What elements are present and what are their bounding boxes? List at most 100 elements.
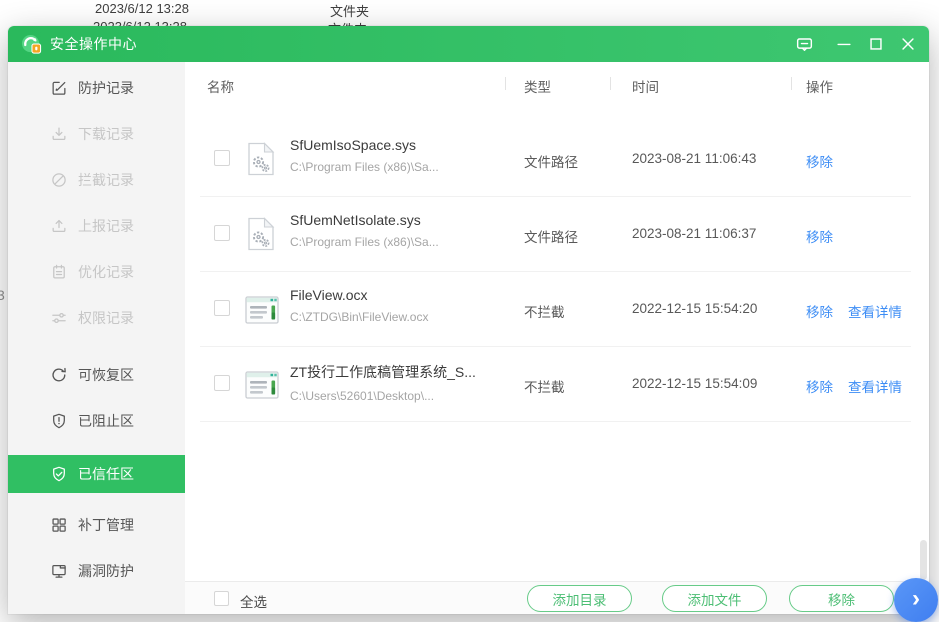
close-icon[interactable] (897, 34, 918, 55)
column-divider (610, 77, 611, 90)
download-icon (50, 125, 68, 143)
add-directory-button[interactable]: 添加目录 (527, 585, 632, 612)
file-path: C:\Users\52601\Desktop\... (290, 389, 476, 403)
sidebar-item-label: 拦截记录 (78, 170, 134, 190)
remove-link[interactable]: 移除 (806, 151, 833, 171)
row-checkbox[interactable] (214, 150, 230, 166)
table-body: SfUemIsoSpace.sys C:\Program Files (x86)… (185, 105, 929, 422)
file-name: SfUemIsoSpace.sys (290, 137, 439, 153)
sidebar-item-protection-records[interactable]: 防护记录 (8, 65, 185, 111)
titlebar[interactable]: 安全操作中心 (8, 26, 929, 62)
sidebar-item-permission-records[interactable]: 权限记录 (8, 295, 185, 341)
sidebar-item-report-records[interactable]: 上报记录 (8, 203, 185, 249)
footer-bar: 全选 添加目录 添加文件 移除 (185, 581, 929, 614)
view-details-link[interactable]: 查看详情 (848, 376, 902, 396)
file-path: C:\ZTDG\Bin\FileView.ocx (290, 310, 428, 324)
edit-record-icon (50, 79, 68, 97)
sliders-icon (50, 309, 68, 327)
scrollbar-thumb[interactable] (920, 540, 927, 580)
row-time: 2023-08-21 11:06:43 (632, 151, 756, 166)
shield-check-icon (50, 465, 68, 483)
select-all-checkbox[interactable] (214, 591, 229, 606)
row-checkbox[interactable] (214, 225, 230, 241)
file-name: FileView.ocx (290, 287, 428, 303)
sidebar-item-label: 防护记录 (78, 78, 134, 98)
window-controls (783, 34, 929, 55)
file-name: SfUemNetIsolate.sys (290, 212, 439, 228)
row-type: 文件路径 (524, 151, 578, 171)
sidebar-item-recoverable-zone[interactable]: 可恢复区 (8, 352, 185, 398)
sidebar-item-label: 漏洞防护 (78, 561, 134, 581)
sidebar-item-label: 可恢复区 (78, 365, 134, 385)
file-path: C:\Program Files (x86)\Sa... (290, 160, 439, 174)
sidebar-item-label: 上报记录 (78, 216, 134, 236)
file-path: C:\Program Files (x86)\Sa... (290, 235, 439, 249)
remove-link[interactable]: 移除 (806, 301, 833, 321)
maximize-icon[interactable] (865, 34, 886, 55)
table-header: 名称 类型 时间 操作 (185, 62, 929, 105)
screen: 2023/6/12 13:28 文件夹 2023/6/12 13:28 文件夹 … (0, 0, 939, 614)
row-type: 文件路径 (524, 226, 578, 246)
security-center-window: 安全操作中心 (8, 26, 929, 614)
row-actions: 移除 (806, 226, 833, 246)
table-row[interactable]: SfUemNetIsolate.sys C:\Program Files (x8… (185, 197, 929, 272)
row-time: 2023-08-21 11:06:37 (632, 226, 756, 241)
add-file-button[interactable]: 添加文件 (662, 585, 767, 612)
column-divider (791, 77, 792, 90)
row-actions: 移除 (806, 151, 833, 171)
window-title: 安全操作中心 (50, 34, 137, 54)
remove-link[interactable]: 移除 (806, 376, 833, 396)
sidebar-item-optimize-records[interactable]: 优化记录 (8, 249, 185, 295)
row-time: 2022-12-15 15:54:09 (632, 376, 757, 391)
row-checkbox[interactable] (214, 300, 230, 316)
chevron-right-icon: › (912, 585, 920, 613)
app-logo-icon (21, 34, 42, 55)
grid-icon (50, 516, 68, 534)
sidebar-item-vulnerability-protection[interactable]: 漏洞防护 (8, 548, 185, 594)
table-row[interactable]: FileView.ocx C:\ZTDG\Bin\FileView.ocx 不拦… (185, 272, 929, 347)
row-type: 不拦截 (524, 301, 565, 321)
remove-link[interactable]: 移除 (806, 226, 833, 246)
row-actions: 移除 查看详情 (806, 376, 902, 396)
minimize-icon[interactable] (833, 34, 854, 55)
sidebar-item-label: 补丁管理 (78, 515, 134, 535)
sidebar-item-patch-management[interactable]: 补丁管理 (8, 502, 185, 548)
view-details-link[interactable]: 查看详情 (848, 301, 902, 321)
column-header-type: 类型 (524, 76, 551, 96)
remove-button[interactable]: 移除 (789, 585, 894, 612)
next-step-fab[interactable]: › (894, 578, 938, 622)
clipboard-icon (50, 263, 68, 281)
sidebar-item-blocked-zone[interactable]: 已阻止区 (8, 398, 185, 444)
ocx-file-icon (245, 371, 279, 399)
monitor-icon (50, 562, 68, 580)
row-time: 2022-12-15 15:54:20 (632, 301, 757, 316)
sidebar-item-label: 下载记录 (78, 124, 134, 144)
block-icon (50, 171, 68, 189)
row-actions: 移除 查看详情 (806, 301, 902, 321)
sidebar-item-trusted-zone[interactable]: 已信任区 (8, 455, 185, 493)
bg-modified-date: 2023/6/12 13:28 (95, 1, 189, 16)
sidebar: 防护记录 下载记录 (8, 62, 185, 614)
sidebar-item-download-records[interactable]: 下载记录 (8, 111, 185, 157)
row-checkbox[interactable] (214, 375, 230, 391)
table-row[interactable]: SfUemIsoSpace.sys C:\Program Files (x86)… (185, 122, 929, 197)
sidebar-group-divider (8, 341, 185, 352)
select-all-label: 全选 (240, 591, 267, 611)
ocx-file-icon (245, 296, 279, 324)
shield-alert-icon (50, 412, 68, 430)
background-file-row[interactable]: 2023/6/12 13:28 文件夹 (95, 1, 189, 16)
trusted-zone-panel: 名称 类型 时间 操作 (185, 62, 929, 614)
table-row[interactable]: ZT投行工作底稿管理系统_S... C:\Users\52601\Desktop… (185, 347, 929, 422)
sys-file-icon (247, 217, 275, 251)
sidebar-item-intercept-records[interactable]: 拦截记录 (8, 157, 185, 203)
column-divider (505, 77, 506, 90)
feedback-bubble-icon[interactable] (794, 34, 815, 55)
sidebar-item-label: 已阻止区 (78, 411, 134, 431)
file-name: ZT投行工作底稿管理系统_S... (290, 362, 476, 382)
refresh-icon (50, 366, 68, 384)
sys-file-icon (247, 142, 275, 176)
column-header-name: 名称 (207, 76, 234, 96)
sidebar-item-label: 已信任区 (78, 464, 134, 484)
sidebar-item-label: 权限记录 (78, 308, 134, 328)
background-partial-text: 3 (0, 287, 5, 303)
